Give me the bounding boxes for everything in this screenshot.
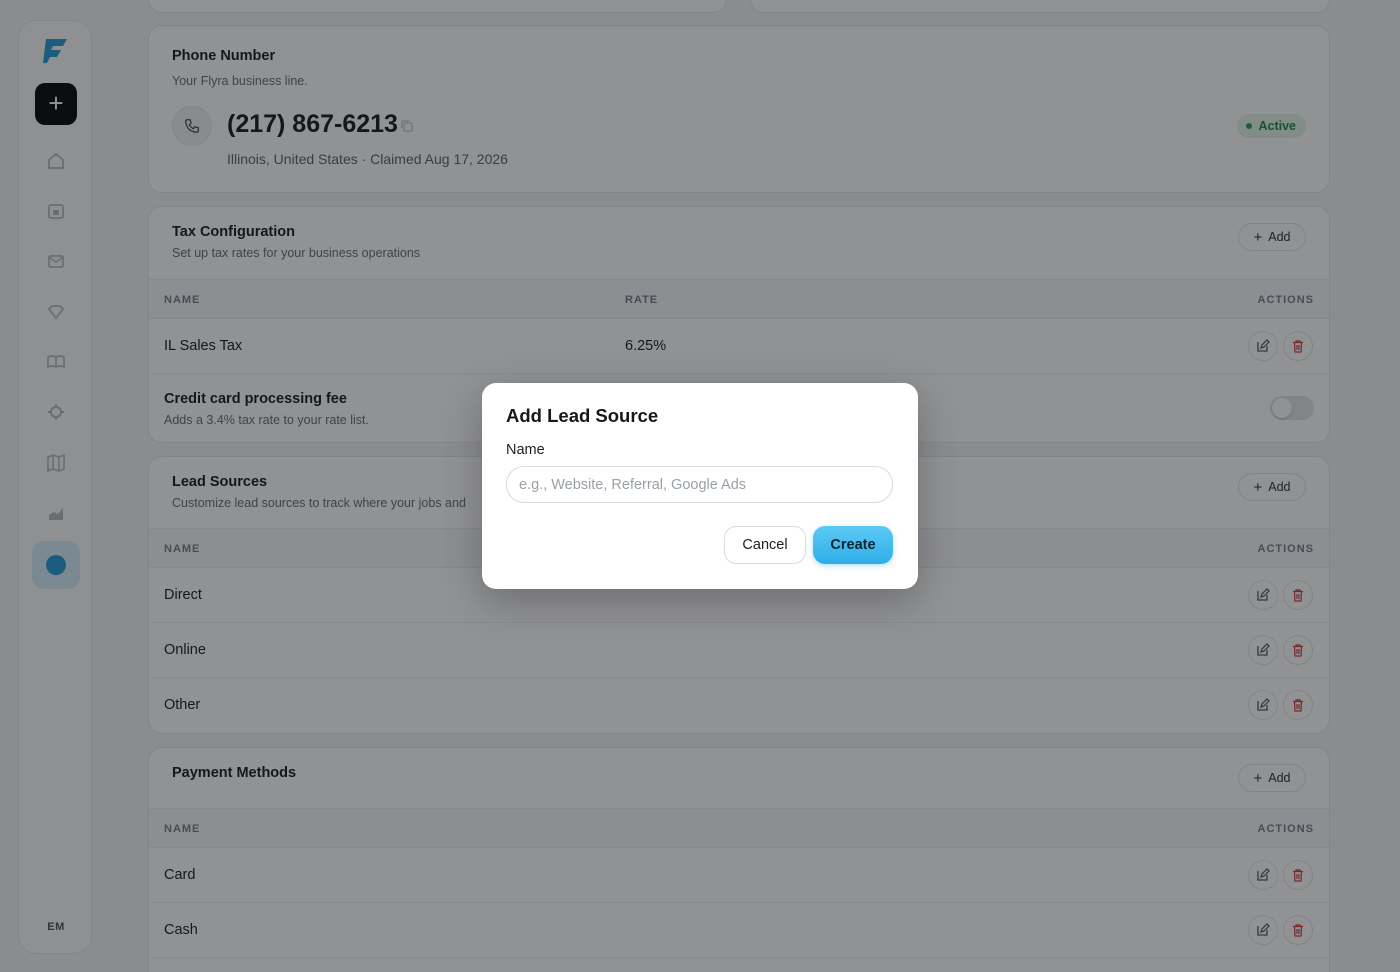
lead-source-name-input[interactable] — [506, 466, 893, 503]
name-label: Name — [506, 442, 545, 458]
create-button[interactable]: Create — [813, 526, 893, 564]
cancel-button[interactable]: Cancel — [724, 526, 806, 564]
dialog-title: Add Lead Source — [506, 405, 659, 426]
add-lead-source-dialog: Add Lead Source Name Cancel Create — [482, 383, 918, 589]
